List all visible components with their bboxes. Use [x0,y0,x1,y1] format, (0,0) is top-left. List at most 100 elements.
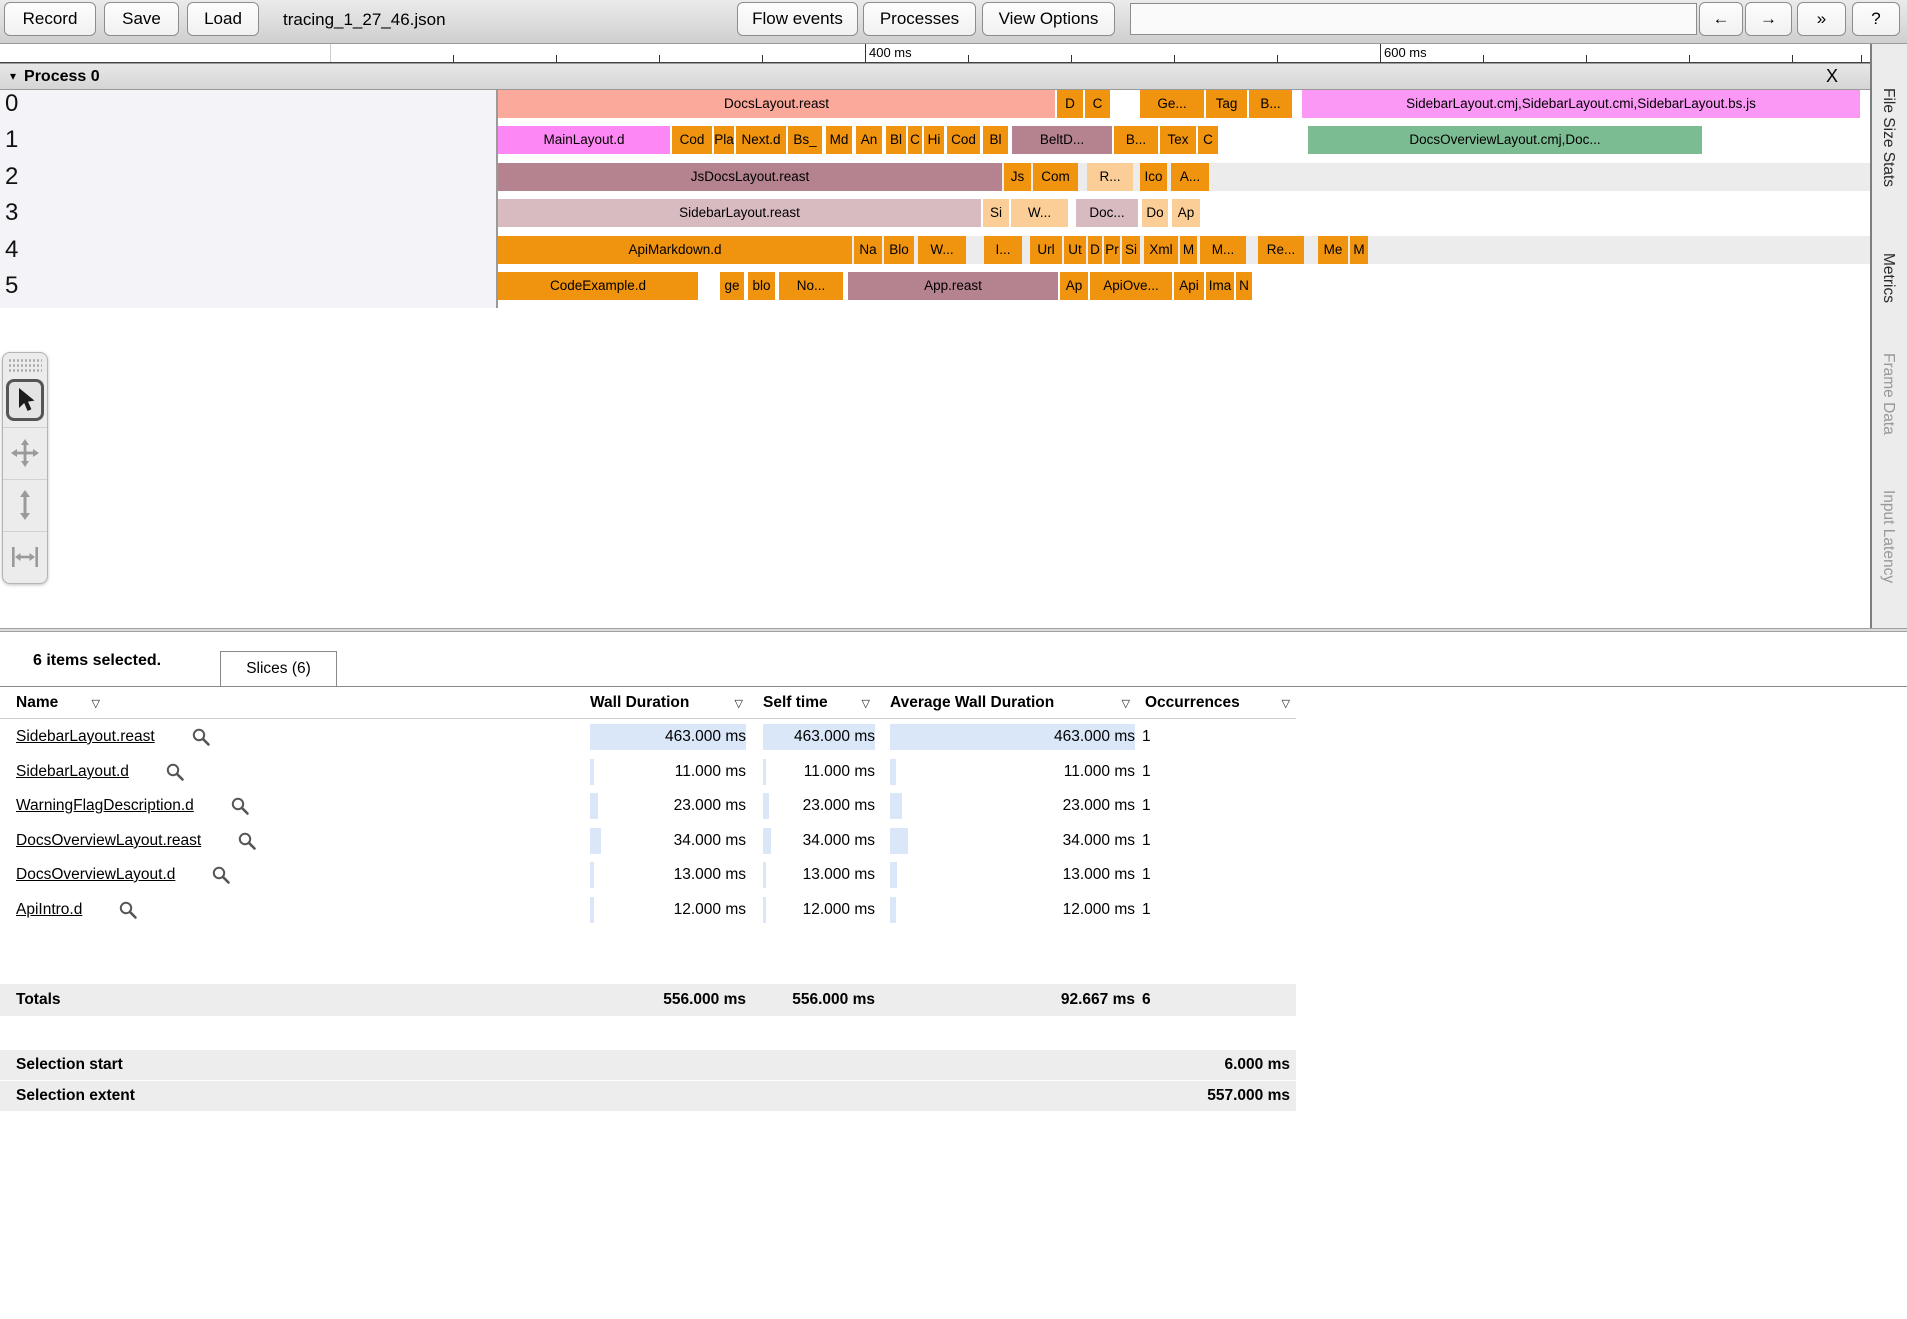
flame-slice[interactable]: ApiMarkdown.d [498,236,852,264]
flame-slice[interactable]: JsDocsLayout.reast [498,163,1002,191]
flame-slice[interactable]: B... [1114,126,1158,154]
flame-slice[interactable]: Api [1174,272,1204,300]
flame-slice[interactable]: Si [1122,236,1140,264]
flame-slice[interactable]: DocsOverviewLayout.cmj,Doc... [1308,126,1702,154]
flame-slice[interactable]: ApiOve... [1090,272,1172,300]
flame-slice[interactable]: Pla [714,126,734,154]
flame-slice[interactable]: Ut [1064,236,1086,264]
flame-slice[interactable]: Doc... [1076,199,1138,227]
flame-slice[interactable]: Si [983,199,1009,227]
column-header-name[interactable]: Name ▽ [16,687,100,719]
palette-drag-grip[interactable] [8,358,42,372]
magnifier-icon[interactable] [191,727,211,747]
flame-slice[interactable]: I... [984,236,1022,264]
side-tab-file-size-stats[interactable]: File Size Stats [1879,88,1897,187]
more-button[interactable]: » [1797,2,1846,36]
slice-name-link[interactable]: SidebarLayout.reast [16,728,155,746]
magnifier-icon[interactable] [230,796,250,816]
flame-slice[interactable]: Ap [1172,199,1200,227]
slice-name-link[interactable]: DocsOverviewLayout.d [16,866,175,884]
process-collapse-toggle[interactable]: ▾Process 0 [10,64,100,89]
flame-slice[interactable]: Md [826,126,852,154]
find-next-button[interactable]: → [1745,2,1792,36]
magnifier-icon[interactable] [237,831,257,851]
flame-slice[interactable]: MainLayout.d [498,126,670,154]
timing-select-tool-button[interactable] [3,531,47,581]
flame-slice[interactable]: Bl [983,126,1008,154]
flame-chart-area[interactable]: 012345 DocsLayout.reastDCGe...TagB...Sid… [0,90,1870,308]
flame-slice[interactable]: C [908,126,922,154]
flame-slice[interactable]: SidebarLayout.reast [498,199,981,227]
flame-slice[interactable]: Com [1033,163,1078,191]
flame-slice[interactable]: DocsLayout.reast [498,90,1055,118]
flow-events-button[interactable]: Flow events [737,2,858,36]
flame-slice[interactable]: D [1088,236,1102,264]
magnifier-icon[interactable] [118,900,138,920]
side-tab-metrics[interactable]: Metrics [1879,253,1897,303]
processes-button[interactable]: Processes [863,2,976,36]
flame-slice[interactable]: W... [1011,199,1068,227]
flame-slice[interactable]: A... [1171,163,1209,191]
slice-name-link[interactable]: WarningFlagDescription.d [16,797,194,815]
flame-slice[interactable]: C [1085,90,1110,118]
flame-slice[interactable]: Re... [1258,236,1304,264]
flame-slice[interactable]: blo [748,272,775,300]
flame-slice[interactable]: Xml [1144,236,1178,264]
column-header-average-wall-duration[interactable]: Average Wall Duration ▽ [890,687,1130,719]
flame-slice[interactable]: Cod [672,126,712,154]
flame-slice[interactable]: SidebarLayout.cmj,SidebarLayout.cmi,Side… [1302,90,1860,118]
flame-slice[interactable]: M... [1200,236,1246,264]
flame-slice[interactable]: Js [1004,163,1031,191]
save-button[interactable]: Save [104,2,179,36]
flame-slice[interactable]: Ge... [1140,90,1204,118]
close-process-track-button[interactable]: X [1826,64,1838,89]
flame-slice[interactable]: An [856,126,882,154]
flame-slice[interactable]: M [1180,236,1197,264]
flame-slice[interactable]: Do [1142,199,1168,227]
search-input[interactable] [1130,3,1697,35]
flame-slice[interactable]: Url [1030,236,1062,264]
flame-slice[interactable]: App.reast [848,272,1058,300]
flame-slice[interactable]: B... [1249,90,1292,118]
flame-slice[interactable]: Ico [1140,163,1167,191]
flame-slice[interactable]: Me [1318,236,1348,264]
flame-slice[interactable]: Ima [1206,272,1234,300]
flame-slice[interactable]: N [1236,272,1252,300]
flame-slice[interactable]: Bl [886,126,906,154]
column-header-wall-duration[interactable]: Wall Duration ▽ [590,687,743,719]
side-tab-input-latency[interactable]: Input Latency [1879,490,1897,583]
flame-slice[interactable]: D [1057,90,1083,118]
flame-slice[interactable]: Tag [1206,90,1247,118]
flame-slice[interactable]: R... [1087,163,1133,191]
flame-slice[interactable]: Bs_ [788,126,822,154]
pan-tool-button[interactable] [3,427,47,477]
magnifier-icon[interactable] [211,865,231,885]
flame-slice[interactable]: Pr [1104,236,1120,264]
flame-slice[interactable]: No... [779,272,843,300]
flame-slice[interactable]: Cod [947,126,980,154]
zoom-tool-button[interactable] [3,479,47,529]
magnifier-icon[interactable] [165,762,185,782]
load-button[interactable]: Load [187,2,259,36]
find-previous-button[interactable]: ← [1699,2,1743,36]
slice-name-link[interactable]: DocsOverviewLayout.reast [16,832,201,850]
flame-slice[interactable]: CodeExample.d [498,272,698,300]
side-tab-frame-data[interactable]: Frame Data [1879,353,1897,435]
flame-slice[interactable]: Tex [1160,126,1196,154]
slice-name-link[interactable]: SidebarLayout.d [16,763,129,781]
flame-slice[interactable]: Next.d [736,126,786,154]
selection-tool-button[interactable] [3,375,47,425]
record-button[interactable]: Record [4,2,96,36]
flame-slice[interactable]: Na [854,236,882,264]
slice-name-link[interactable]: ApiIntro.d [16,901,82,919]
flame-slice[interactable]: Hi [924,126,944,154]
help-button[interactable]: ? [1852,2,1900,36]
flame-slice[interactable]: M [1350,236,1368,264]
column-header-occurrences[interactable]: Occurrences ▽ [1145,687,1290,719]
flame-slice[interactable]: Ap [1060,272,1088,300]
flame-slice[interactable]: W... [918,236,966,264]
flame-slice[interactable]: ge [720,272,744,300]
view-options-button[interactable]: View Options [982,2,1115,36]
tab-slices[interactable]: Slices (6) [220,651,337,686]
flame-slice[interactable]: C [1198,126,1218,154]
